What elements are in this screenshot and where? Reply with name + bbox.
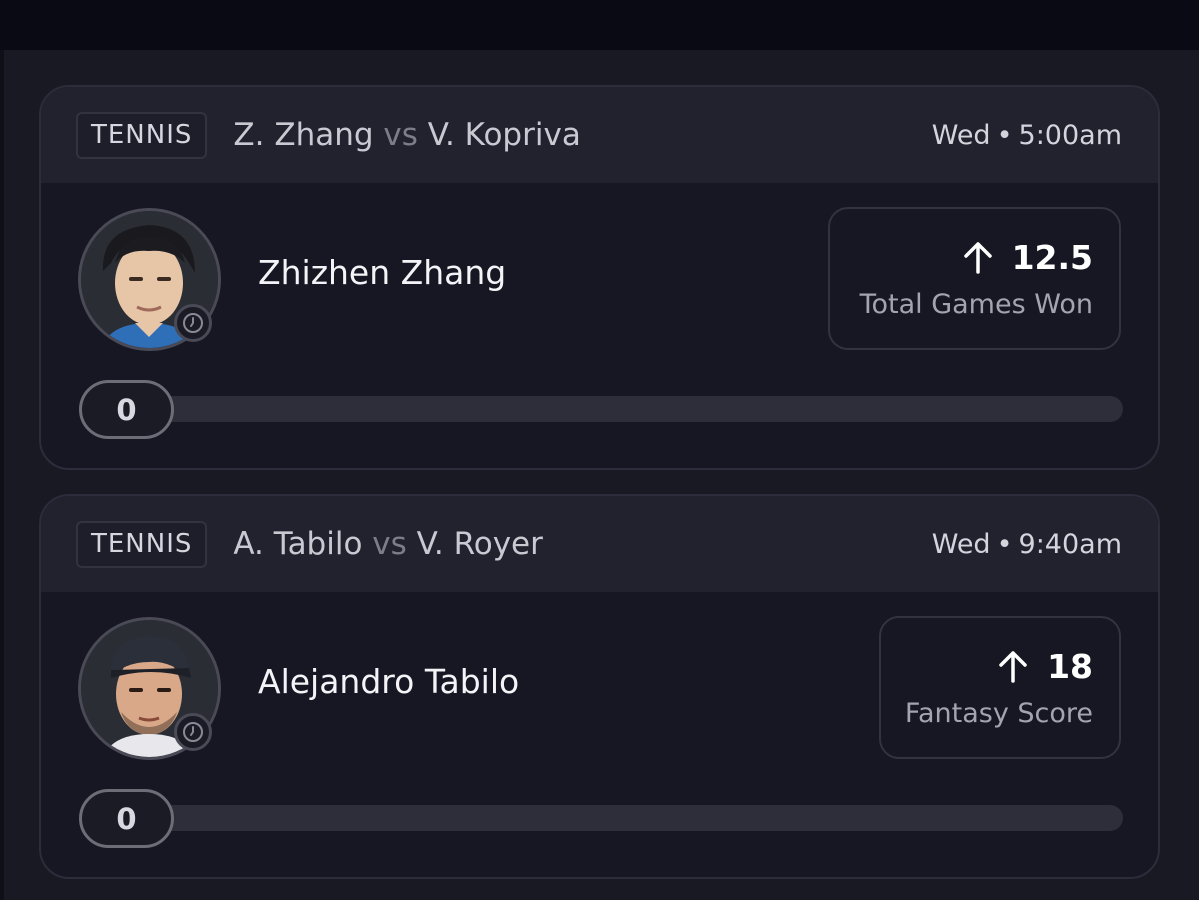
matchup-player-1: A. Tabilo bbox=[233, 526, 363, 562]
line-top: 18 bbox=[997, 647, 1093, 686]
projection-line-box[interactable]: 18 Fantasy Score bbox=[879, 616, 1121, 759]
sport-badge: TENNIS bbox=[76, 520, 208, 568]
card-body: Zhizhen Zhang 12.5 Total Games Won 0 bbox=[41, 183, 1158, 468]
matchup-player-2: V. Kopriva bbox=[427, 117, 581, 153]
game-day: Wed bbox=[931, 119, 991, 151]
clock-icon bbox=[174, 713, 212, 751]
matchup: Z. Zhang vs V. Kopriva bbox=[233, 117, 580, 153]
arrow-up-icon bbox=[999, 651, 1027, 683]
matchup-player-1: Z. Zhang bbox=[233, 117, 374, 153]
player-avatar-wrap[interactable] bbox=[78, 617, 221, 760]
time-separator: • bbox=[996, 528, 1013, 560]
game-time: Wed • 5:00am bbox=[932, 120, 1122, 151]
current-value-pill: 0 bbox=[79, 380, 174, 439]
arrow-up-icon bbox=[963, 242, 992, 274]
progress-track bbox=[79, 396, 1123, 422]
projection-line-box[interactable]: 12.5 Total Games Won bbox=[828, 207, 1121, 350]
projection-card[interactable]: TENNIS Z. Zhang vs V. Kopriva Wed • 5:00am bbox=[39, 85, 1160, 470]
clock-icon bbox=[174, 304, 212, 342]
sport-badge: TENNIS bbox=[76, 111, 208, 159]
card-body: Alejandro Tabilo 18 Fantasy Score 0 bbox=[41, 592, 1158, 877]
game-time: Wed • 9:40am bbox=[932, 529, 1122, 560]
player-name: Alejandro Tabilo bbox=[258, 662, 520, 701]
game-day: Wed bbox=[931, 528, 991, 560]
projection-card[interactable]: TENNIS A. Tabilo vs V. Royer Wed • 9:40am bbox=[39, 494, 1160, 879]
matchup-player-2: V. Royer bbox=[416, 526, 543, 562]
stat-label: Fantasy Score bbox=[904, 697, 1093, 729]
line-value: 18 bbox=[1047, 646, 1093, 686]
current-value-pill: 0 bbox=[79, 789, 174, 848]
top-bar bbox=[0, 0, 1199, 50]
player-avatar-wrap[interactable] bbox=[78, 208, 221, 351]
card-header: TENNIS Z. Zhang vs V. Kopriva Wed • 5:00am bbox=[41, 87, 1158, 183]
left-edge bbox=[0, 50, 4, 900]
card-header: TENNIS A. Tabilo vs V. Royer Wed • 9:40am bbox=[41, 496, 1158, 592]
game-clock: 9:40am bbox=[1018, 528, 1122, 560]
matchup-vs: vs bbox=[372, 526, 407, 562]
player-name: Zhizhen Zhang bbox=[258, 253, 507, 292]
line-value: 12.5 bbox=[1011, 237, 1093, 277]
game-clock: 5:00am bbox=[1018, 119, 1122, 151]
stat-label: Total Games Won bbox=[859, 288, 1093, 320]
matchup-vs: vs bbox=[383, 117, 418, 153]
line-top: 12.5 bbox=[962, 238, 1093, 277]
matchup: A. Tabilo vs V. Royer bbox=[233, 526, 542, 562]
progress-track bbox=[79, 805, 1123, 831]
time-separator: • bbox=[996, 119, 1013, 151]
